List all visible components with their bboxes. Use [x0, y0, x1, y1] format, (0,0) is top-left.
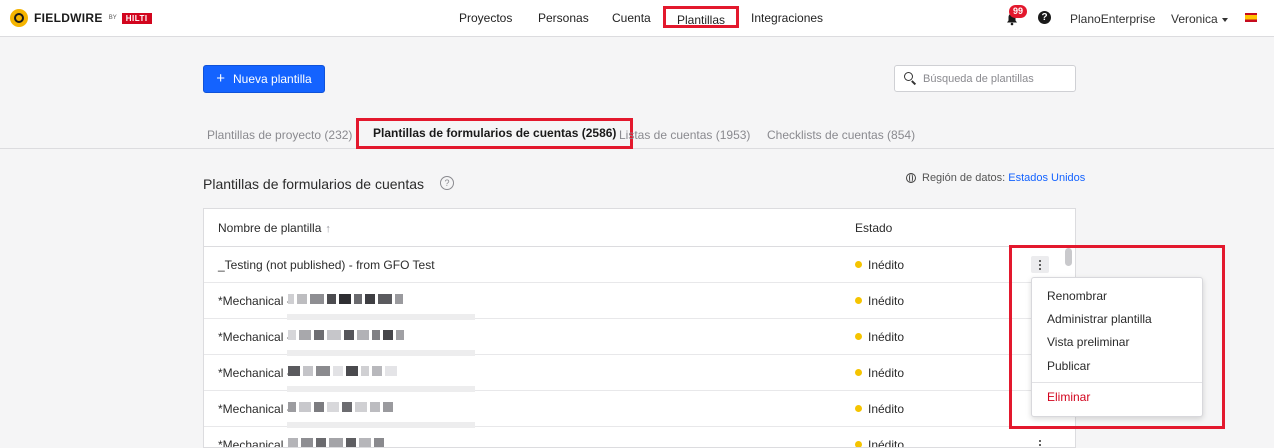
row-actions-button[interactable]	[1031, 436, 1049, 446]
nav-cuenta[interactable]: Cuenta	[612, 11, 651, 25]
nav-plantillas[interactable]: Plantillas	[663, 6, 740, 28]
status-dot-icon	[855, 297, 862, 305]
redaction-overlay	[287, 386, 475, 392]
status-text: Inédito	[868, 330, 905, 344]
status-badge: Inédito	[855, 366, 904, 380]
company-name[interactable]: PlanoEnterprise	[1070, 12, 1155, 26]
data-region: Región de datos: Estados Unidos	[906, 172, 1085, 184]
status-badge: Inédito	[855, 294, 904, 308]
template-name[interactable]: *Mechanical -	[218, 366, 291, 380]
help-circle-icon[interactable]: ?	[440, 176, 454, 190]
tab-account-lists[interactable]: Listas de cuentas (1953)	[619, 128, 750, 142]
redacted-text	[288, 364, 397, 378]
search-input[interactable]	[923, 70, 1071, 87]
top-bar: FIELDWIRE BY HILTI Proyectos Personas Cu…	[0, 0, 1274, 37]
redacted-text	[288, 292, 403, 306]
table-row[interactable]: _Testing (not published) - from GFO Test…	[204, 246, 1075, 283]
status-badge: Inédito	[855, 402, 904, 416]
table-header: Nombre de plantilla ↑ Estado	[204, 209, 1075, 247]
status-text: Inédito	[868, 438, 905, 448]
fieldwire-logo[interactable]: FIELDWIRE BY HILTI	[10, 9, 152, 27]
status-badge: Inédito	[855, 330, 904, 344]
search-icon	[904, 72, 913, 81]
redaction-overlay	[287, 422, 475, 428]
user-name: Veronica	[1171, 12, 1218, 26]
globe-icon	[906, 173, 916, 184]
menu-item-delete[interactable]: Eliminar	[1047, 390, 1090, 404]
tab-account-form-templates[interactable]: Plantillas de formularios de cuentas (25…	[356, 118, 634, 149]
nav-integraciones[interactable]: Integraciones	[751, 11, 823, 25]
spain-flag-icon[interactable]	[1245, 13, 1257, 22]
menu-divider	[1032, 382, 1202, 383]
status-dot-icon	[855, 333, 862, 341]
template-name[interactable]: *Mechanical -	[218, 402, 291, 416]
redacted-text	[288, 328, 404, 342]
notification-badge: 99	[1009, 5, 1028, 18]
status-badge: Inédito	[855, 438, 905, 448]
row-context-menu: Renombrar Administrar plantilla Vista pr…	[1031, 277, 1203, 417]
chevron-down-icon	[1221, 17, 1228, 22]
status-dot-icon	[855, 405, 862, 413]
status-badge: Inédito	[855, 258, 904, 272]
template-name[interactable]: *Mechanical -	[218, 330, 291, 344]
region-label: Región de datos:	[922, 172, 1006, 184]
menu-item-rename[interactable]: Renombrar	[1047, 289, 1107, 303]
new-template-label: Nueva plantilla	[233, 72, 312, 86]
templates-table: Nombre de plantilla ↑ Estado _Testing (no…	[203, 208, 1076, 448]
help-icon[interactable]: ?	[1038, 11, 1051, 24]
status-text: Inédito	[868, 258, 905, 272]
brand-name: FIELDWIRE	[34, 11, 103, 25]
redaction-overlay	[287, 314, 475, 320]
fieldwire-logo-icon	[10, 9, 28, 27]
menu-item-publish[interactable]: Publicar	[1047, 359, 1090, 373]
user-menu[interactable]: Veronica	[1171, 12, 1228, 26]
region-link[interactable]: Estados Unidos	[1008, 172, 1085, 184]
status-dot-icon	[855, 261, 862, 269]
template-name[interactable]: _Testing (not published) - from GFO Test	[218, 258, 435, 272]
column-header-name[interactable]: Nombre de plantilla ↑	[218, 221, 331, 235]
tab-account-checklists[interactable]: Checklists de cuentas (854)	[767, 128, 915, 142]
brand-by: BY	[108, 15, 117, 21]
section-title: Plantillas de formularios de cuentas	[203, 176, 425, 192]
column-header-status[interactable]: Estado	[855, 221, 892, 235]
tab-project-templates[interactable]: Plantillas de proyecto (232)	[207, 128, 352, 142]
template-name[interactable]: *Mechanical	[218, 438, 283, 447]
plus-icon: +	[216, 70, 226, 87]
sort-arrow-up-icon: ↑	[325, 223, 331, 235]
status-dot-icon	[855, 441, 862, 447]
status-text: Inédito	[868, 294, 905, 308]
status-text: Inédito	[868, 366, 905, 380]
template-search	[894, 65, 1076, 92]
template-name[interactable]: *Mechanical -	[218, 294, 291, 308]
redacted-text	[288, 436, 384, 447]
menu-item-preview[interactable]: Vista preliminar	[1047, 335, 1129, 349]
table-row[interactable]: *Mechanical Inédito	[204, 426, 1075, 448]
column-header-name-label: Nombre de plantilla	[218, 221, 322, 235]
menu-item-manage-template[interactable]: Administrar plantilla	[1047, 312, 1152, 326]
nav-personas[interactable]: Personas	[538, 11, 589, 25]
status-dot-icon	[855, 369, 862, 377]
status-text: Inédito	[868, 402, 905, 416]
hilti-logo: HILTI	[121, 12, 152, 24]
new-template-button[interactable]: + Nueva plantilla	[203, 65, 325, 93]
template-tabs: Plantillas de proyecto (232) Plantillas …	[0, 115, 1274, 149]
nav-proyectos[interactable]: Proyectos	[459, 11, 512, 25]
redaction-overlay	[287, 350, 475, 356]
redacted-text	[288, 400, 393, 414]
